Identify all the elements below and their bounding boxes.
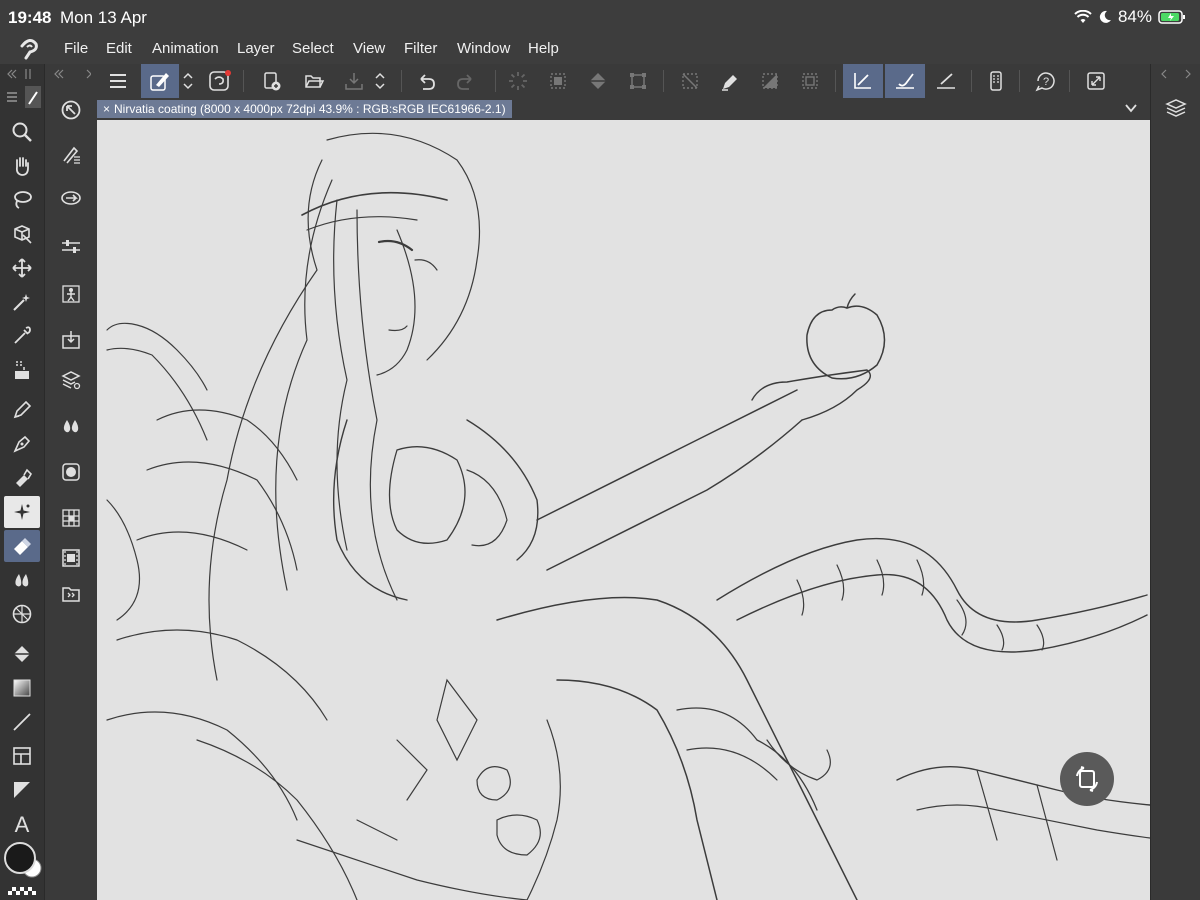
g-pen-icon[interactable] — [4, 428, 40, 460]
circle-icon[interactable] — [53, 456, 89, 488]
ruler-brush-icon[interactable] — [885, 64, 925, 98]
line-icon[interactable] — [4, 706, 40, 738]
document-tab-label: Nirvatia coating (8000 x 4000px 72dpi 43… — [114, 102, 506, 116]
layers-panel-icon[interactable] — [1159, 96, 1193, 120]
deselect-icon[interactable] — [673, 64, 707, 98]
chevron-updown-icon[interactable] — [369, 64, 391, 98]
import-icon[interactable] — [53, 324, 89, 356]
navigation-icon[interactable] — [53, 182, 89, 214]
menu-window[interactable]: Window — [457, 40, 510, 57]
svg-text:A: A — [15, 812, 30, 836]
text-icon[interactable]: A — [4, 808, 40, 840]
menu-file[interactable]: File — [64, 40, 88, 57]
battery-icon — [1158, 10, 1186, 24]
menu-select[interactable]: Select — [292, 40, 334, 57]
ruler-icon[interactable] — [929, 64, 963, 98]
sub-tool-palette — [45, 64, 98, 900]
battery-percent: 84% — [1117, 7, 1152, 26]
menu-layer[interactable]: Layer — [237, 40, 275, 57]
right-panel-strip — [1150, 64, 1200, 900]
tool-header — [0, 84, 44, 110]
eyedropper-icon[interactable] — [4, 320, 40, 352]
perspective-icon[interactable] — [4, 598, 40, 630]
rotate-view-icon[interactable] — [53, 94, 89, 126]
menu-help[interactable]: Help — [528, 40, 559, 57]
undo-icon[interactable] — [409, 64, 443, 98]
rotate-canvas-button[interactable] — [1060, 752, 1114, 806]
color-swatches[interactable] — [2, 840, 44, 882]
border-icon[interactable] — [4, 774, 40, 806]
status-time: 19:48 — [8, 8, 52, 27]
phone-icon[interactable] — [979, 64, 1013, 98]
lasso-icon[interactable] — [4, 184, 40, 216]
pen-icon[interactable] — [713, 64, 747, 98]
line-art-sketch — [106, 132, 1150, 900]
ruler-pen-icon[interactable] — [843, 64, 883, 98]
status-right: 84% — [1074, 7, 1186, 27]
magic-wand-icon[interactable] — [4, 286, 40, 318]
status-date: Mon 13 Apr — [60, 8, 147, 27]
frame-icon[interactable] — [4, 740, 40, 772]
transform-icon[interactable] — [621, 64, 655, 98]
blend-icon[interactable] — [4, 564, 40, 596]
tool-palette: A — [0, 64, 45, 900]
svg-text:?: ? — [1043, 76, 1049, 88]
sparkle-icon[interactable] — [4, 496, 40, 528]
moon-icon — [1098, 10, 1112, 24]
command-bar: ? — [97, 64, 1150, 98]
transparent-color-icon[interactable] — [4, 886, 40, 896]
chevron-down-icon[interactable] — [1124, 101, 1138, 115]
film-icon[interactable] — [53, 542, 89, 574]
status-bar: 19:48 Mon 13 Apr 84% — [0, 0, 1200, 34]
selection-icon[interactable] — [793, 64, 827, 98]
marker-icon[interactable] — [4, 462, 40, 494]
menu-filter[interactable]: Filter — [404, 40, 437, 57]
tone-select-icon[interactable] — [4, 354, 40, 386]
object-select-icon[interactable] — [4, 218, 40, 250]
grid-icon[interactable] — [53, 502, 89, 534]
menu-icon[interactable] — [101, 64, 135, 98]
figure-icon[interactable] — [53, 278, 89, 310]
select-all-icon[interactable] — [541, 64, 575, 98]
fit-icon[interactable] — [1079, 64, 1113, 98]
menu-bar: File Edit Animation Layer Select View Fi… — [0, 34, 1200, 64]
menu-edit[interactable]: Edit — [106, 40, 132, 57]
panel-collapse-icon[interactable] — [1151, 66, 1200, 82]
fill-icon[interactable] — [4, 638, 40, 670]
document-tab[interactable]: × Nirvatia coating (8000 x 4000px 72dpi 4… — [97, 100, 512, 118]
collapse-sub-icon[interactable] — [45, 64, 97, 84]
chevron-updown-icon[interactable] — [177, 64, 199, 98]
wifi-icon — [1074, 10, 1092, 24]
water-drop-icon[interactable] — [53, 410, 89, 442]
menu-view[interactable]: View — [353, 40, 385, 57]
gradient-icon[interactable] — [4, 672, 40, 704]
pen-icon[interactable] — [4, 394, 40, 426]
rotate-canvas-icon — [1076, 766, 1098, 792]
clip-studio-icon[interactable] — [203, 64, 237, 98]
busy-icon[interactable] — [501, 64, 535, 98]
close-tab-icon[interactable]: × — [103, 102, 110, 116]
menu-animation[interactable]: Animation — [152, 40, 219, 57]
invert-icon[interactable] — [753, 64, 787, 98]
help-icon[interactable]: ? — [1029, 64, 1063, 98]
move-icon[interactable] — [4, 252, 40, 284]
drawing-canvas[interactable] — [97, 120, 1150, 900]
material-icon[interactable] — [53, 578, 89, 610]
collapse-left-icon[interactable] — [0, 64, 44, 84]
redo-icon[interactable] — [449, 64, 483, 98]
document-tab-bar: × Nirvatia coating (8000 x 4000px 72dpi 4… — [97, 98, 1150, 120]
eraser-icon[interactable] — [4, 530, 40, 562]
hand-icon[interactable] — [4, 150, 40, 182]
zoom-icon[interactable] — [4, 116, 40, 148]
save-icon[interactable] — [337, 64, 371, 98]
sliders-icon[interactable] — [53, 230, 89, 262]
edit-tool-icon[interactable] — [141, 64, 179, 98]
clip-studio-logo-icon[interactable] — [18, 38, 42, 60]
brush-settings-icon[interactable] — [53, 138, 89, 170]
fill-selection-icon[interactable] — [581, 64, 615, 98]
layers-3d-icon[interactable] — [53, 364, 89, 396]
open-icon[interactable] — [297, 64, 331, 98]
new-icon[interactable] — [255, 64, 289, 98]
